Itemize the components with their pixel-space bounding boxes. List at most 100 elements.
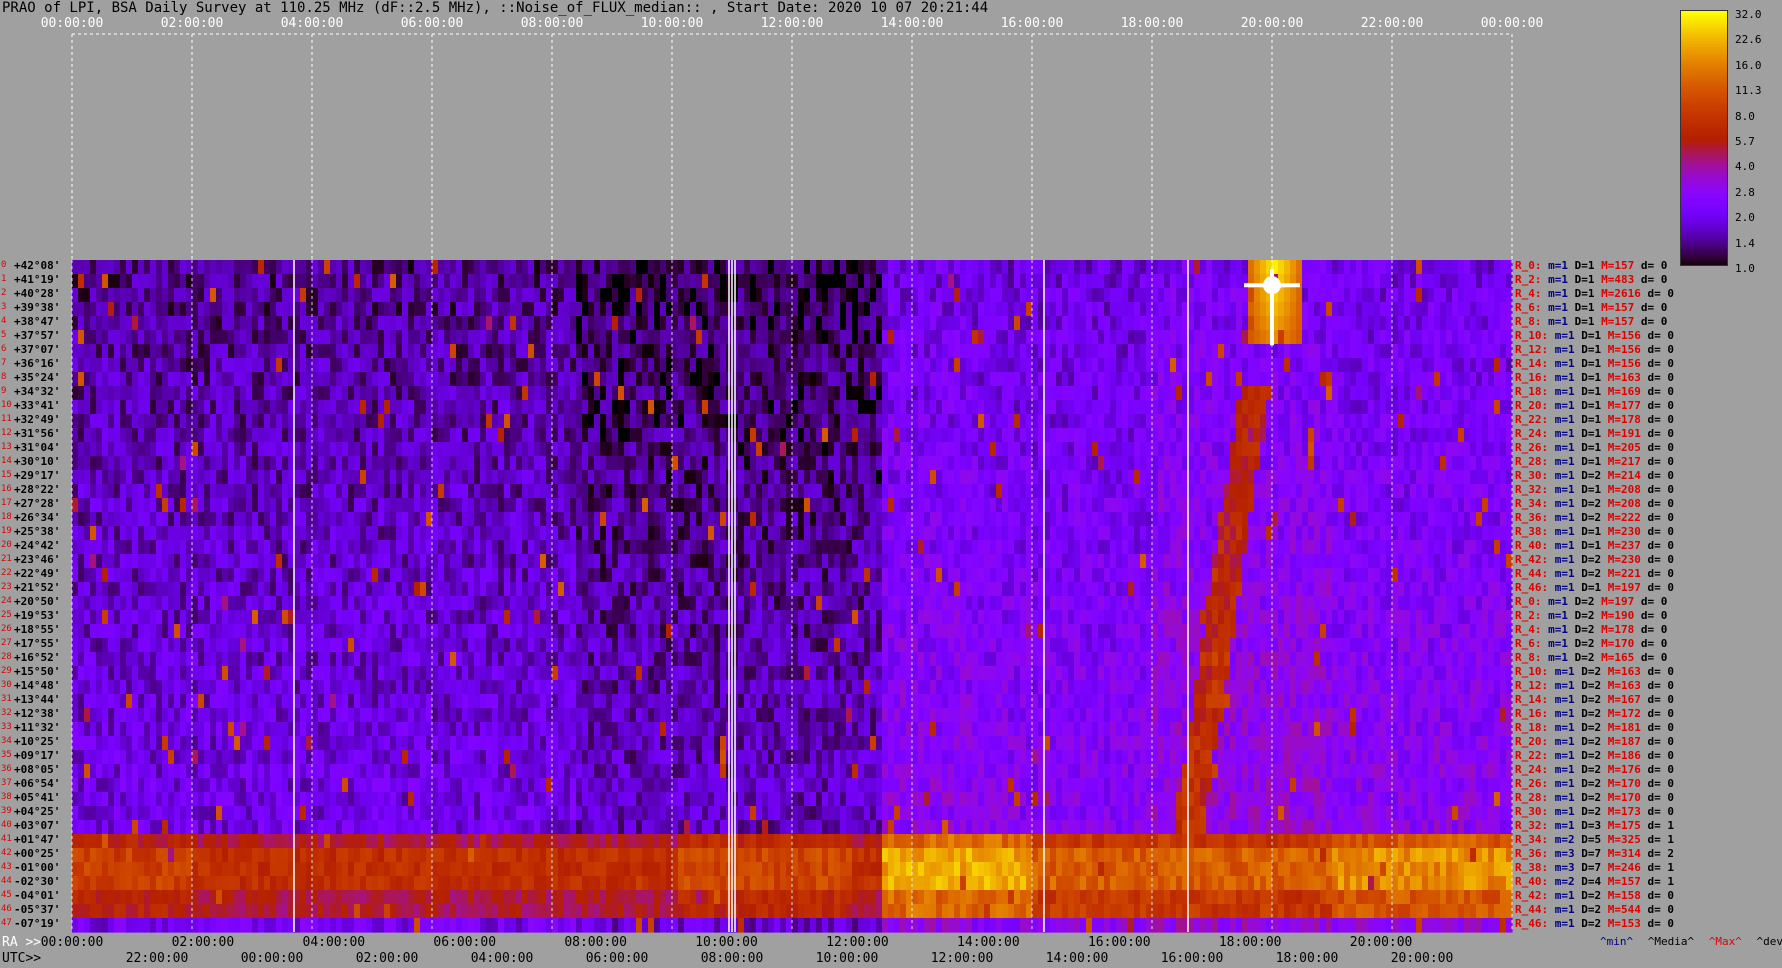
heatmap-cell bbox=[414, 260, 421, 275]
heatmap-cell bbox=[1404, 274, 1411, 289]
heatmap-cell bbox=[528, 316, 535, 331]
heatmap-cell bbox=[444, 498, 451, 513]
heatmap-cell bbox=[324, 344, 331, 359]
heatmap-cell bbox=[564, 540, 571, 555]
heatmap-cell bbox=[174, 400, 181, 415]
heatmap-cell bbox=[1260, 316, 1267, 331]
heatmap-cell bbox=[1212, 386, 1219, 401]
heatmap-cell bbox=[876, 344, 883, 359]
heatmap-cell bbox=[1176, 316, 1183, 331]
heatmap-cell bbox=[270, 316, 277, 331]
heatmap-cell bbox=[840, 330, 847, 345]
heatmap-cell bbox=[174, 470, 181, 485]
heatmap-cell bbox=[528, 358, 535, 373]
heatmap-cell bbox=[1314, 274, 1321, 289]
heatmap-cell bbox=[366, 344, 373, 359]
heatmap-cell bbox=[192, 372, 199, 387]
heatmap-cell bbox=[114, 442, 121, 457]
heatmap-cell bbox=[468, 288, 475, 303]
heatmap-cell bbox=[390, 512, 397, 527]
heatmap-cell bbox=[600, 260, 607, 275]
heatmap-cell bbox=[498, 288, 505, 303]
heatmap-cell bbox=[1380, 484, 1387, 499]
heatmap-cell bbox=[846, 414, 853, 429]
heatmap-cell bbox=[672, 288, 679, 303]
heatmap-cell bbox=[84, 484, 91, 499]
heatmap-cell bbox=[582, 316, 589, 331]
heatmap-cell bbox=[870, 344, 877, 359]
heatmap-cell bbox=[522, 274, 529, 289]
heatmap-cell bbox=[990, 414, 997, 429]
heatmap-cell bbox=[510, 358, 517, 373]
heatmap-cell bbox=[648, 372, 655, 387]
heatmap-cell bbox=[612, 316, 619, 331]
heatmap-cell bbox=[606, 288, 613, 303]
heatmap-cell bbox=[450, 302, 457, 317]
heatmap-cell bbox=[1464, 484, 1471, 499]
heatmap-cell bbox=[1338, 414, 1345, 429]
heatmap-cell bbox=[1140, 400, 1147, 415]
heatmap-cell bbox=[1320, 344, 1327, 359]
heatmap-cell bbox=[384, 330, 391, 345]
heatmap-cell bbox=[294, 302, 301, 317]
heatmap-cell bbox=[870, 330, 877, 345]
heatmap-cell bbox=[1362, 330, 1369, 345]
heatmap-cell bbox=[348, 456, 355, 471]
heatmap-cell bbox=[72, 498, 79, 513]
heatmap-cell bbox=[1116, 288, 1123, 303]
heatmap-cell bbox=[192, 512, 199, 527]
heatmap-cell bbox=[990, 512, 997, 527]
heatmap-cell bbox=[270, 330, 277, 345]
heatmap-cell bbox=[1164, 428, 1171, 443]
heatmap-cell bbox=[1434, 316, 1441, 331]
heatmap-cell bbox=[456, 428, 463, 443]
heatmap-cell bbox=[642, 512, 649, 527]
heatmap-cell bbox=[228, 442, 235, 457]
heatmap-cell bbox=[402, 274, 409, 289]
heatmap-cell bbox=[858, 456, 865, 471]
heatmap-cell bbox=[486, 288, 493, 303]
heatmap-cell bbox=[1242, 260, 1249, 275]
heatmap-cell bbox=[1176, 428, 1183, 443]
heatmap-cell bbox=[90, 470, 97, 485]
heatmap-cell bbox=[762, 414, 769, 429]
heatmap-cell bbox=[510, 400, 517, 415]
heatmap-cell bbox=[978, 386, 985, 401]
heatmap-cell bbox=[1254, 288, 1261, 303]
heatmap-cell bbox=[1224, 260, 1231, 275]
heatmap-cell bbox=[348, 372, 355, 387]
heatmap-cell bbox=[1458, 442, 1465, 457]
heatmap-cell bbox=[216, 526, 223, 541]
heatmap-cell bbox=[1446, 302, 1453, 317]
heatmap-cell bbox=[174, 274, 181, 289]
heatmap-cell bbox=[432, 400, 439, 415]
heatmap-cell bbox=[420, 372, 427, 387]
heatmap-cell bbox=[1092, 316, 1099, 331]
heatmap-cell bbox=[180, 526, 187, 541]
heatmap-cell bbox=[282, 274, 289, 289]
heatmap-cell bbox=[1290, 260, 1297, 275]
heatmap-cell bbox=[1302, 330, 1309, 345]
heatmap-cell bbox=[1464, 288, 1471, 303]
heatmap-cell bbox=[300, 400, 307, 415]
heatmap-cell bbox=[258, 372, 265, 387]
heatmap-cell bbox=[534, 470, 541, 485]
heatmap-cell bbox=[1416, 302, 1423, 317]
heatmap-cell bbox=[96, 274, 103, 289]
heatmap-cell bbox=[1470, 288, 1477, 303]
heatmap-cell bbox=[1380, 260, 1387, 275]
heatmap-cell bbox=[984, 386, 991, 401]
heatmap-cell bbox=[204, 526, 211, 541]
heatmap-cell bbox=[462, 540, 469, 555]
heatmap-cell bbox=[1290, 512, 1297, 527]
heatmap-cell bbox=[522, 316, 529, 331]
heatmap-cell bbox=[846, 456, 853, 471]
heatmap-cell bbox=[1392, 344, 1399, 359]
heatmap-cell bbox=[606, 302, 613, 317]
heatmap-cell bbox=[1350, 358, 1357, 373]
heatmap-cell bbox=[672, 526, 679, 541]
heatmap-cell bbox=[108, 288, 115, 303]
heatmap-cell bbox=[1326, 260, 1333, 275]
heatmap-cell bbox=[456, 302, 463, 317]
heatmap-cell bbox=[1278, 512, 1285, 527]
